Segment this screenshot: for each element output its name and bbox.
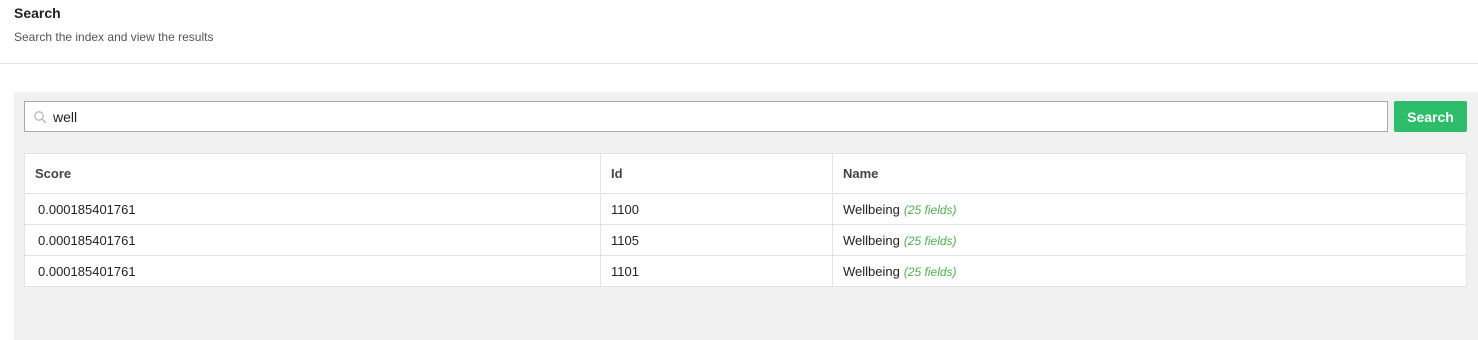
search-button[interactable]: Search bbox=[1394, 101, 1467, 132]
column-header-name[interactable]: Name bbox=[832, 153, 1467, 194]
column-header-id[interactable]: Id bbox=[600, 153, 833, 194]
search-box[interactable] bbox=[24, 101, 1388, 132]
cell-name: Wellbeing (25 fields) bbox=[832, 255, 1467, 287]
search-panel: Search Score Id Name 0.000185401761 1100… bbox=[14, 92, 1478, 340]
cell-id: 1101 bbox=[600, 255, 833, 287]
fields-count: (25 fields) bbox=[903, 202, 957, 217]
cell-id: 1105 bbox=[600, 224, 833, 256]
cell-score: 0.000185401761 bbox=[24, 224, 601, 256]
cell-name: Wellbeing (25 fields) bbox=[832, 193, 1467, 225]
fields-count: (25 fields) bbox=[903, 264, 957, 279]
column-header-score[interactable]: Score bbox=[24, 153, 601, 194]
search-icon bbox=[33, 110, 47, 124]
search-input[interactable] bbox=[53, 105, 1373, 128]
result-name[interactable]: Wellbeing bbox=[843, 233, 900, 248]
table-row[interactable]: 0.000185401761 1105 Wellbeing (25 fields) bbox=[24, 224, 1467, 256]
cell-id: 1100 bbox=[600, 193, 833, 225]
cell-score: 0.000185401761 bbox=[24, 193, 601, 225]
results-table: Score Id Name 0.000185401761 1100 Wellbe… bbox=[24, 153, 1467, 287]
table-row[interactable]: 0.000185401761 1100 Wellbeing (25 fields) bbox=[24, 193, 1467, 225]
page-header: Search Search the index and view the res… bbox=[0, 0, 1478, 64]
result-name[interactable]: Wellbeing bbox=[843, 264, 900, 279]
page-subtitle: Search the index and view the results bbox=[14, 30, 214, 44]
table-header-row: Score Id Name bbox=[24, 153, 1467, 194]
cell-score: 0.000185401761 bbox=[24, 255, 601, 287]
page-title: Search bbox=[14, 5, 61, 21]
result-name[interactable]: Wellbeing bbox=[843, 202, 900, 217]
table-row[interactable]: 0.000185401761 1101 Wellbeing (25 fields) bbox=[24, 255, 1467, 287]
fields-count: (25 fields) bbox=[903, 233, 957, 248]
cell-name: Wellbeing (25 fields) bbox=[832, 224, 1467, 256]
